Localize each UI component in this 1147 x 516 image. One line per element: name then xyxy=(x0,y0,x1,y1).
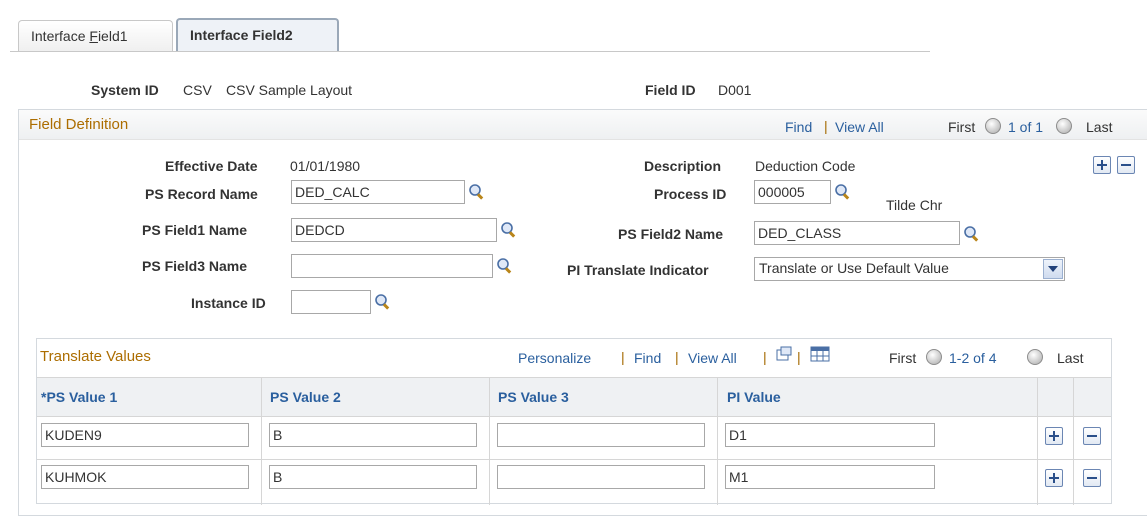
instance-id-input[interactable] xyxy=(291,290,371,314)
search-icon[interactable] xyxy=(468,183,486,201)
process-id-input[interactable] xyxy=(754,180,831,204)
tab-label-rest: ield1 xyxy=(97,28,128,44)
pi-translate-indicator-select[interactable]: Translate or Use Default Value xyxy=(754,257,1065,281)
ps-field3-name-input[interactable] xyxy=(291,254,493,278)
search-icon[interactable] xyxy=(500,221,518,239)
pi-translate-indicator-value: Translate or Use Default Value xyxy=(759,260,949,276)
tab-label: Interface xyxy=(31,28,90,44)
view-all-link[interactable]: View All xyxy=(688,350,737,366)
download-spreadsheet-icon[interactable] xyxy=(809,345,831,363)
description-label: Description xyxy=(644,158,722,174)
next-rows-icon[interactable] xyxy=(1027,349,1043,365)
translate-values-title: Translate Values xyxy=(40,348,151,365)
ps-field1-name-label: PS Field1 Name xyxy=(142,222,248,238)
search-icon[interactable] xyxy=(834,183,852,201)
column-header-pi-value[interactable]: PI Value xyxy=(727,389,781,405)
last-label: Last xyxy=(1086,119,1113,135)
plus-icon xyxy=(1049,473,1059,483)
previous-row-icon[interactable] xyxy=(985,118,1001,134)
search-icon[interactable] xyxy=(496,257,514,275)
system-id-value: CSV xyxy=(183,82,212,98)
separator: | xyxy=(763,349,767,365)
instance-id-label: Instance ID xyxy=(191,295,266,311)
pi-value-input[interactable] xyxy=(725,465,935,489)
tab-interface-field2[interactable]: Interface Field2 xyxy=(176,18,339,52)
row-range: 1-2 of 4 xyxy=(949,350,997,366)
process-id-label: Process ID xyxy=(654,186,727,202)
ps-value-3-input[interactable] xyxy=(497,423,705,447)
ps-value-2-input[interactable] xyxy=(269,423,477,447)
field-id-value: D001 xyxy=(718,82,752,98)
find-link[interactable]: Find xyxy=(785,119,812,135)
system-id-description: CSV Sample Layout xyxy=(226,82,353,98)
ps-field3-name-label: PS Field3 Name xyxy=(142,258,248,274)
view-all-link[interactable]: View All xyxy=(835,119,884,135)
ps-value-3-input[interactable] xyxy=(497,465,705,489)
field-definition-header: Field Definition Find | View All First 1… xyxy=(19,110,1147,140)
last-label: Last xyxy=(1057,350,1084,366)
find-link[interactable]: Find xyxy=(634,350,661,366)
separator: | xyxy=(675,349,679,365)
dropdown-arrow[interactable] xyxy=(1043,259,1063,279)
search-icon[interactable] xyxy=(963,225,981,243)
next-row-icon[interactable] xyxy=(1056,118,1072,134)
add-row-button[interactable] xyxy=(1093,156,1111,174)
previous-rows-icon[interactable] xyxy=(926,349,942,365)
row-divider xyxy=(37,459,1111,460)
effective-date-label: Effective Date xyxy=(165,158,258,174)
effective-date-value: 01/01/1980 xyxy=(290,158,361,174)
plus-icon xyxy=(1049,431,1059,441)
new-window-icon[interactable] xyxy=(775,345,793,363)
pi-value-input[interactable] xyxy=(725,423,935,447)
ps-value-1-input[interactable] xyxy=(41,423,249,447)
add-row-button[interactable] xyxy=(1045,469,1063,487)
ps-field2-name-input[interactable] xyxy=(754,221,960,245)
first-label: First xyxy=(948,119,976,135)
row-range: 1 of 1 xyxy=(1008,119,1044,135)
column-header-ps-value-3[interactable]: PS Value 3 xyxy=(498,389,569,405)
minus-icon xyxy=(1087,477,1097,479)
delete-row-button[interactable] xyxy=(1083,427,1101,445)
grid-column-headers: *PS Value 1 PS Value 2 PS Value 3 PI Val… xyxy=(37,377,1111,417)
chevron-down-icon xyxy=(1048,266,1058,272)
tab-label: Interface Field2 xyxy=(190,27,293,43)
column-divider xyxy=(1037,377,1038,505)
system-id-label: System ID xyxy=(91,82,159,98)
ps-record-name-label: PS Record Name xyxy=(145,186,258,202)
tab-accesskey: F xyxy=(89,28,98,44)
separator: | xyxy=(621,349,625,365)
description-value: Deduction Code xyxy=(755,158,856,174)
personalize-link[interactable]: Personalize xyxy=(518,350,591,366)
pi-translate-indicator-label: PI Translate Indicator xyxy=(567,262,709,278)
ps-value-1-input[interactable] xyxy=(41,465,249,489)
search-icon[interactable] xyxy=(374,293,392,311)
column-divider xyxy=(261,377,262,505)
ps-field1-name-input[interactable] xyxy=(291,218,497,242)
delete-row-button[interactable] xyxy=(1083,469,1101,487)
delete-row-button[interactable] xyxy=(1117,156,1135,174)
translate-values-header: Translate Values Personalize | Find | Vi… xyxy=(37,339,1111,377)
column-header-ps-value-1[interactable]: *PS Value 1 xyxy=(41,389,117,405)
ps-value-2-input[interactable] xyxy=(269,465,477,489)
column-divider xyxy=(1073,377,1074,505)
ps-field2-name-label: PS Field2 Name xyxy=(618,226,724,242)
field-id-label: Field ID xyxy=(645,82,696,98)
tab-interface-field1[interactable]: Interface Field1 xyxy=(18,20,173,52)
column-divider xyxy=(717,377,718,505)
tab-divider xyxy=(10,51,930,52)
minus-icon xyxy=(1121,164,1131,166)
plus-icon xyxy=(1097,160,1107,170)
minus-icon xyxy=(1087,435,1097,437)
ps-record-name-input[interactable] xyxy=(291,180,465,204)
separator: | xyxy=(797,349,801,365)
column-divider xyxy=(489,377,490,505)
field-definition-title: Field Definition xyxy=(29,116,129,133)
first-label: First xyxy=(889,350,917,366)
process-id-description: Tilde Chr xyxy=(886,197,943,213)
add-row-button[interactable] xyxy=(1045,427,1063,445)
column-header-ps-value-2[interactable]: PS Value 2 xyxy=(270,389,341,405)
separator: | xyxy=(824,118,828,134)
